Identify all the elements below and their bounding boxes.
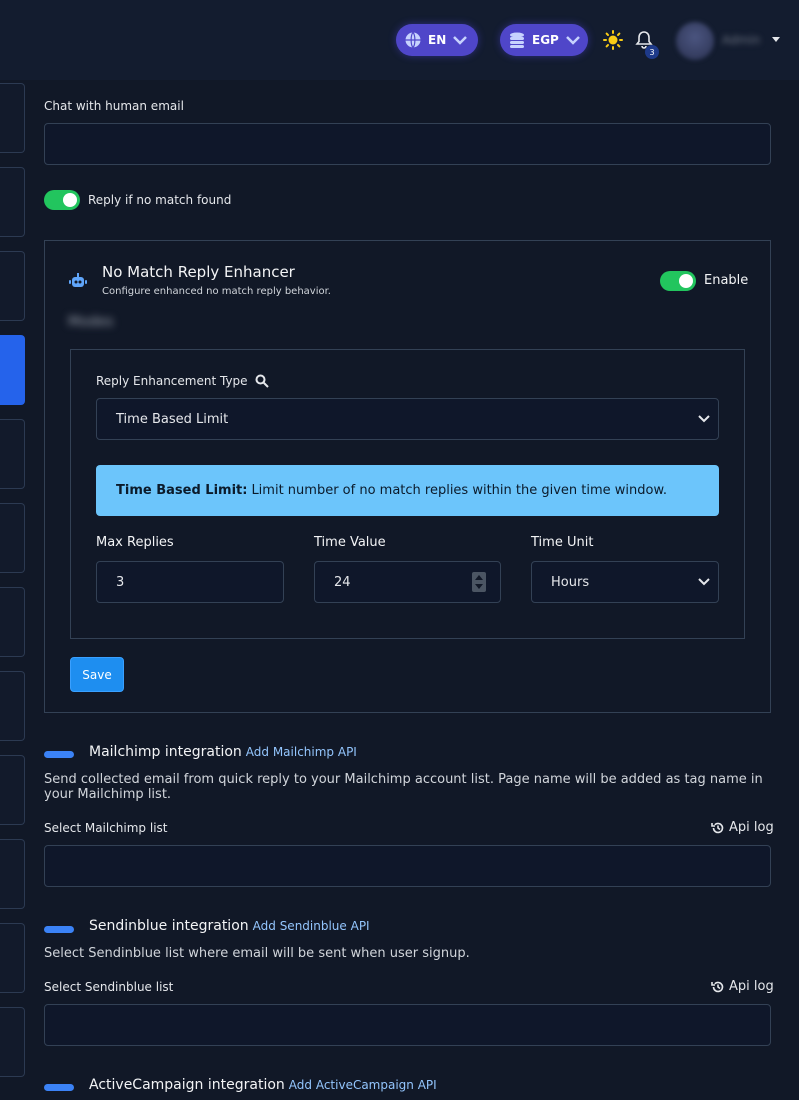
time-value-text: 24 xyxy=(334,574,351,590)
blurred-heading: Modes xyxy=(68,314,114,330)
chevron-down-icon xyxy=(565,36,580,45)
add-mailchimp-link[interactable]: Add Mailchimp API xyxy=(246,745,357,759)
sendinblue-title: Sendinblue integration xyxy=(89,918,249,934)
sidebar-item[interactable] xyxy=(0,839,25,909)
globe-icon xyxy=(405,32,421,48)
avatar[interactable] xyxy=(676,22,714,60)
coins-icon xyxy=(510,32,524,48)
sidebar-item[interactable] xyxy=(0,923,25,993)
sun-icon[interactable] xyxy=(603,30,623,50)
enhancer-subtitle: Configure enhanced no match reply behavi… xyxy=(102,286,331,297)
sidebar-item[interactable] xyxy=(0,167,25,237)
caret-down-icon[interactable] xyxy=(772,37,780,42)
enhancer-enable-label: Enable xyxy=(704,273,749,288)
sidebar-item[interactable] xyxy=(0,251,25,321)
activecampaign-toggle[interactable] xyxy=(44,1084,74,1091)
mailchimp-list-select[interactable] xyxy=(44,845,771,887)
search-icon xyxy=(255,374,269,388)
enhancer-title: No Match Reply Enhancer xyxy=(102,263,295,281)
sidebar-item[interactable] xyxy=(0,419,25,489)
sidebar-item-active[interactable] xyxy=(0,335,25,405)
sendinblue-select-label: Select Sendinblue list xyxy=(44,980,174,994)
sidebar-item[interactable] xyxy=(0,587,25,657)
language-code: EN xyxy=(428,33,447,47)
language-selector[interactable]: EN xyxy=(396,24,478,56)
sendinblue-list-select[interactable] xyxy=(44,1004,771,1046)
reply-no-match-toggle[interactable] xyxy=(44,190,80,210)
history-icon xyxy=(711,981,724,992)
time-value-label: Time Value xyxy=(314,535,386,550)
mailchimp-api-log-link[interactable]: Api log xyxy=(711,820,774,835)
chat-human-email-input[interactable] xyxy=(44,123,771,165)
sendinblue-api-log-link[interactable]: Api log xyxy=(711,979,774,994)
number-stepper[interactable] xyxy=(472,572,486,592)
time-unit-select[interactable]: Hours xyxy=(531,561,719,603)
currency-selector[interactable]: EGP xyxy=(500,24,588,56)
mailchimp-heading: Mailchimp integration Add Mailchimp API xyxy=(89,744,357,760)
alert-title: Time Based Limit: xyxy=(116,483,248,498)
type-label: Reply Enhancement Type xyxy=(96,374,248,388)
max-replies-label: Max Replies xyxy=(96,535,174,550)
api-log-label: Api log xyxy=(729,979,774,994)
add-activecampaign-link[interactable]: Add ActiveCampaign API xyxy=(289,1078,437,1092)
top-navbar: EN EGP 3 Admin xyxy=(0,0,799,80)
history-icon xyxy=(711,822,724,833)
mailchimp-toggle[interactable] xyxy=(44,751,74,758)
chevron-down-icon xyxy=(698,415,710,423)
sendinblue-toggle[interactable] xyxy=(44,926,74,933)
sendinblue-heading: Sendinblue integration Add Sendinblue API xyxy=(89,918,370,934)
save-button[interactable]: Save xyxy=(70,657,124,692)
reply-no-match-label: Reply if no match found xyxy=(88,193,232,207)
sendinblue-description: Select Sendinblue list where email will … xyxy=(44,946,470,961)
time-value-input[interactable]: 24 xyxy=(314,561,501,603)
chevron-down-icon xyxy=(698,578,710,586)
max-replies-input[interactable]: 3 xyxy=(96,561,284,603)
mailchimp-title: Mailchimp integration xyxy=(89,744,242,760)
enhancer-enable-toggle[interactable] xyxy=(660,271,696,291)
username[interactable]: Admin xyxy=(722,33,760,47)
activecampaign-title: ActiveCampaign integration xyxy=(89,1077,285,1093)
time-unit-value: Hours xyxy=(551,574,590,590)
time-unit-label: Time Unit xyxy=(531,535,594,550)
robot-icon xyxy=(69,273,87,287)
reply-type-select[interactable]: Time Based Limit xyxy=(96,398,719,440)
notification-badge: 3 xyxy=(645,45,659,59)
api-log-label: Api log xyxy=(729,820,774,835)
add-sendinblue-link[interactable]: Add Sendinblue API xyxy=(253,919,370,933)
currency-code: EGP xyxy=(532,33,559,47)
mailchimp-description: Send collected email from quick reply to… xyxy=(44,772,763,802)
chat-human-email-label: Chat with human email xyxy=(44,99,184,113)
mailchimp-select-label: Select Mailchimp list xyxy=(44,821,168,835)
sidebar-item[interactable] xyxy=(0,671,25,741)
chevron-down-icon xyxy=(453,36,468,45)
info-alert: Time Based Limit: Limit number of no mat… xyxy=(96,465,719,516)
activecampaign-heading: ActiveCampaign integration Add ActiveCamp… xyxy=(89,1077,437,1093)
sidebar-item[interactable] xyxy=(0,83,25,153)
sidebar-item[interactable] xyxy=(0,503,25,573)
sidebar-item[interactable] xyxy=(0,1007,25,1077)
sidebar-item[interactable] xyxy=(0,755,25,825)
alert-text: Limit number of no match replies within … xyxy=(251,483,668,498)
reply-type-value: Time Based Limit xyxy=(116,411,229,427)
